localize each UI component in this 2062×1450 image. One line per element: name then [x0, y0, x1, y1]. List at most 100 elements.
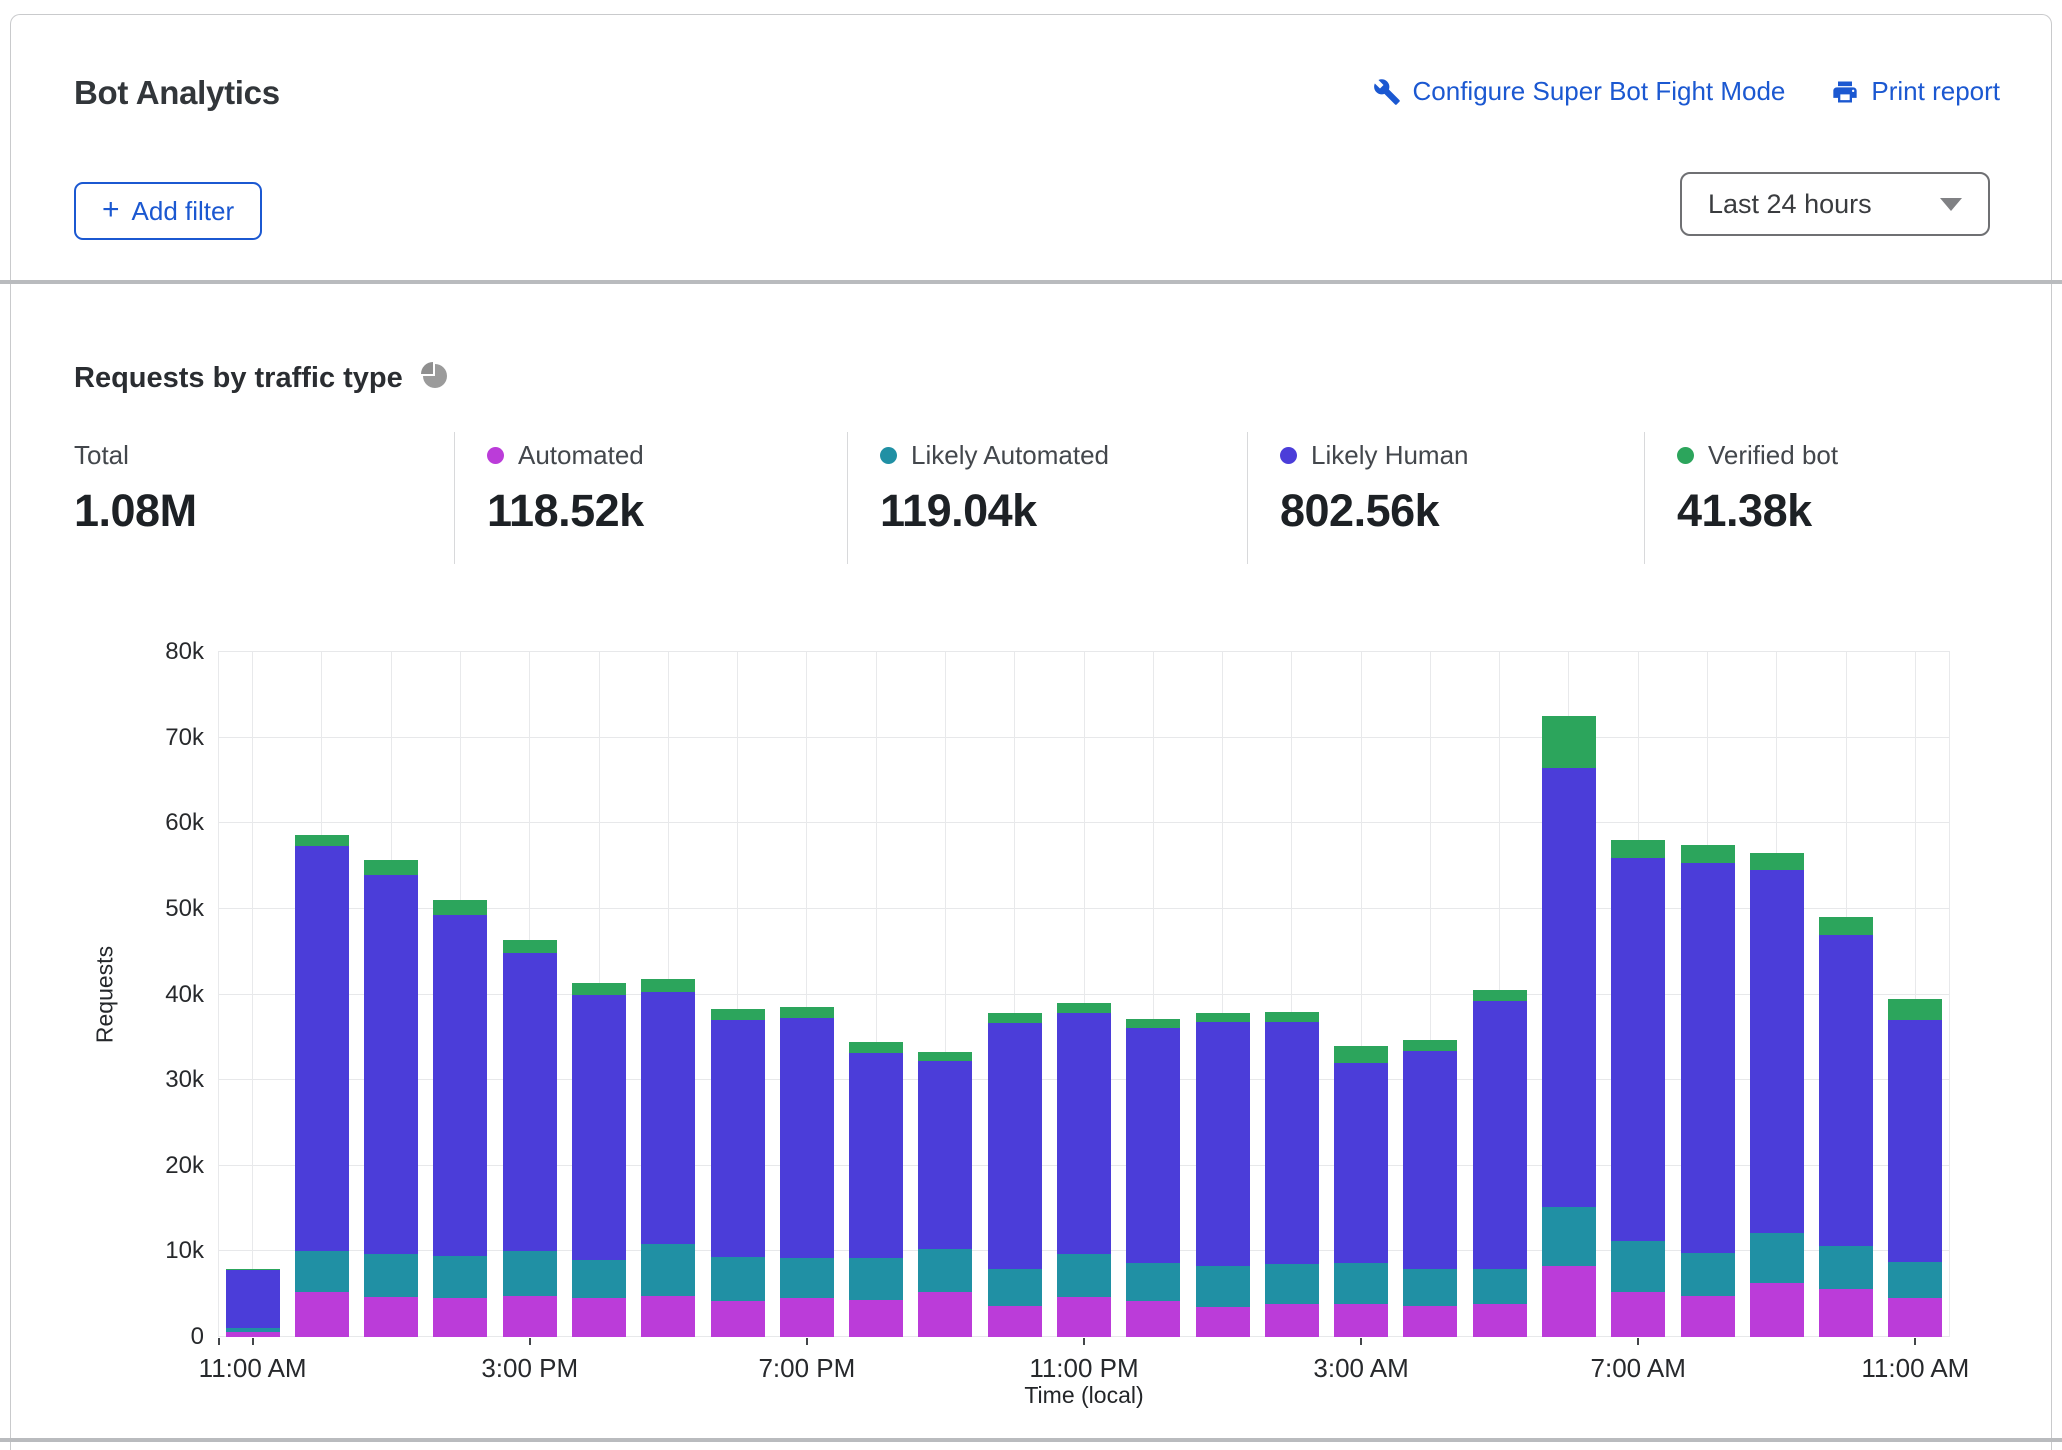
bar-segment-automated	[1196, 1307, 1250, 1337]
stat-value: 118.52k	[487, 485, 847, 537]
x-tick-label: 11:00 PM	[984, 1353, 1184, 1384]
bar-segment-verified-bot	[364, 860, 418, 875]
section-divider-top	[0, 280, 2062, 284]
bar-segment-automated	[1542, 1266, 1596, 1337]
bot-analytics-page: Bot Analytics Configure Super Bot Fight …	[0, 0, 2062, 1450]
bar-segment-likely-automated	[1196, 1266, 1250, 1307]
bar-segment-verified-bot	[1542, 716, 1596, 767]
bar-segment-verified-bot	[641, 979, 695, 992]
bar-segment-verified-bot	[988, 1013, 1042, 1022]
bar-segment-automated	[1611, 1292, 1665, 1337]
bar-segment-likely-human	[918, 1061, 972, 1249]
x-tick-label: 3:00 AM	[1261, 1353, 1461, 1384]
pie-chart-icon	[419, 360, 451, 397]
plot-boundary-line	[1949, 652, 1950, 1337]
verified-bot-dot	[1677, 447, 1694, 464]
bar-segment-likely-automated	[711, 1257, 765, 1301]
plus-icon: +	[102, 195, 120, 225]
bar-segment-automated	[1057, 1297, 1111, 1337]
stat-likely-human[interactable]: Likely Human 802.56k	[1247, 432, 1644, 564]
print-link-label: Print report	[1871, 76, 2000, 107]
x-tick-label: 3:00 PM	[430, 1353, 630, 1384]
bar-segment-likely-automated	[1403, 1269, 1457, 1307]
gridline-vertical	[252, 652, 253, 1337]
x-tick-label: 7:00 PM	[707, 1353, 907, 1384]
stat-verified-bot[interactable]: Verified bot 41.38k	[1644, 432, 2000, 564]
bar-segment-automated	[1265, 1304, 1319, 1337]
bar-segment-likely-human	[711, 1020, 765, 1257]
bar-segment-likely-human	[295, 846, 349, 1251]
configure-super-bot-fight-mode-link[interactable]: Configure Super Bot Fight Mode	[1373, 76, 1786, 107]
bar-segment-verified-bot	[1819, 917, 1873, 934]
stat-value: 41.38k	[1677, 485, 2000, 537]
bar-600am	[1542, 716, 1596, 1337]
bar-segment-verified-bot	[918, 1052, 972, 1061]
bar-segment-likely-human	[1819, 935, 1873, 1247]
bar-segment-likely-automated	[849, 1258, 903, 1300]
stat-label: Likely Human	[1311, 440, 1469, 471]
bar-segment-verified-bot	[1888, 999, 1942, 1020]
bar-segment-likely-automated	[1265, 1264, 1319, 1303]
bar-segment-likely-human	[503, 953, 557, 1252]
traffic-type-stats-row: Total 1.08M Automated 118.52k Likely Aut…	[74, 432, 2000, 564]
bar-segment-verified-bot	[1681, 845, 1735, 863]
bar-segment-verified-bot	[1126, 1019, 1180, 1028]
bar-segment-automated	[918, 1292, 972, 1337]
stat-value: 119.04k	[880, 485, 1247, 537]
x-tick-origin	[218, 1338, 220, 1345]
x-axis-label: Time (local)	[934, 1382, 1234, 1409]
bar-300pm	[503, 940, 557, 1337]
bar-segment-likely-automated	[1057, 1254, 1111, 1297]
page-title: Bot Analytics	[74, 74, 280, 112]
y-tick-label: 20k	[118, 1152, 204, 1180]
likely-human-dot	[1280, 447, 1297, 464]
bar-segment-likely-human	[364, 875, 418, 1254]
stat-likely-automated[interactable]: Likely Automated 119.04k	[847, 432, 1247, 564]
stat-total: Total 1.08M	[74, 432, 454, 564]
bar-segment-verified-bot	[849, 1042, 903, 1052]
x-tick-mark	[806, 1338, 808, 1345]
bar-segment-likely-human	[433, 915, 487, 1256]
bar-segment-likely-automated	[503, 1251, 557, 1296]
bar-600pm	[711, 1009, 765, 1337]
bar-segment-automated	[226, 1332, 280, 1337]
bar-segment-automated	[1819, 1289, 1873, 1337]
bar-1100am	[226, 1269, 280, 1337]
bar-segment-likely-automated	[641, 1244, 695, 1296]
bar-segment-likely-automated	[1473, 1269, 1527, 1304]
bar-segment-likely-human	[1126, 1028, 1180, 1263]
stat-automated[interactable]: Automated 118.52k	[454, 432, 847, 564]
add-filter-button[interactable]: + Add filter	[74, 182, 262, 240]
bar-segment-automated	[572, 1298, 626, 1337]
bar-segment-automated	[364, 1297, 418, 1337]
bar-segment-likely-human	[1403, 1051, 1457, 1268]
bar-segment-verified-bot	[780, 1007, 834, 1018]
bar-segment-automated	[1126, 1301, 1180, 1337]
bar-300am	[1334, 1046, 1388, 1337]
bar-segment-automated	[641, 1296, 695, 1337]
configure-link-label: Configure Super Bot Fight Mode	[1413, 76, 1786, 107]
bar-100pm	[364, 860, 418, 1337]
bar-segment-likely-human	[1888, 1020, 1942, 1261]
bar-400pm	[572, 983, 626, 1337]
bar-1100pm	[1057, 1003, 1111, 1337]
bar-segment-verified-bot	[1473, 990, 1527, 1001]
bar-segment-automated	[1681, 1296, 1735, 1337]
bar-segment-likely-automated	[364, 1254, 418, 1297]
bar-segment-likely-automated	[918, 1249, 972, 1292]
x-tick-mark	[1360, 1338, 1362, 1345]
bar-segment-likely-automated	[988, 1269, 1042, 1307]
bar-segment-verified-bot	[1265, 1012, 1319, 1022]
print-report-link[interactable]: Print report	[1831, 76, 2000, 107]
bar-segment-automated	[1334, 1304, 1388, 1337]
time-range-dropdown[interactable]: Last 24 hours	[1680, 172, 1990, 236]
bar-800pm	[849, 1042, 903, 1337]
y-tick-label: 40k	[118, 981, 204, 1009]
likely-automated-dot	[880, 447, 897, 464]
bar-segment-automated	[1403, 1306, 1457, 1337]
bar-segment-likely-human	[1681, 863, 1735, 1253]
y-axis-label: Requests	[92, 865, 119, 1125]
x-tick-label: 11:00 AM	[153, 1353, 353, 1384]
bar-segment-likely-automated	[295, 1251, 349, 1292]
add-filter-label: Add filter	[132, 196, 235, 227]
